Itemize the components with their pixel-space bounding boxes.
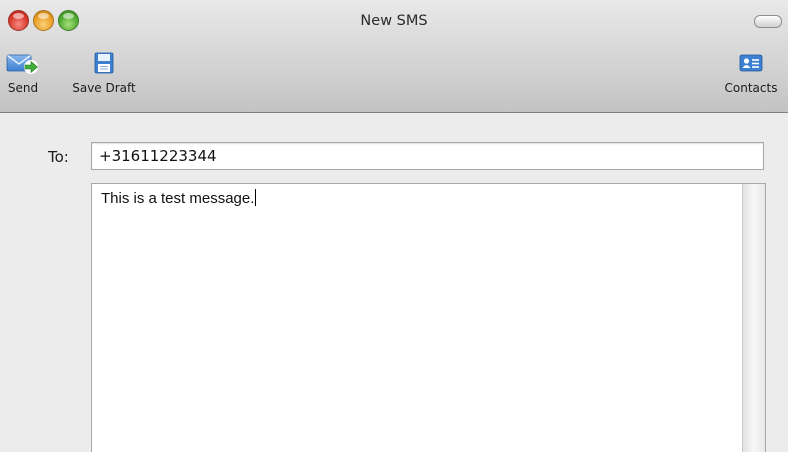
message-text: This is a test message. <box>101 190 255 207</box>
address-card-icon <box>739 54 763 72</box>
message-scrollbar[interactable] <box>742 184 765 452</box>
window-toolbar: New SMS Send Save Draft Contacts <box>0 0 788 113</box>
window-title: New SMS <box>360 13 428 29</box>
send-button[interactable]: Send <box>2 50 44 95</box>
envelope-send-icon <box>6 54 38 74</box>
contacts-label: Contacts <box>724 81 778 95</box>
text-cursor <box>255 189 257 206</box>
floppy-disk-icon <box>94 52 114 74</box>
save-draft-button[interactable]: Save Draft <box>70 50 138 95</box>
message-text-content: This is a test message. <box>101 189 257 207</box>
contacts-button[interactable]: Contacts <box>718 50 784 95</box>
message-body-textarea[interactable]: This is a test message. <box>91 183 766 452</box>
to-field[interactable] <box>91 142 764 170</box>
save-draft-label: Save Draft <box>72 81 136 95</box>
sms-window: New SMS Send Save Draft Contacts To: +31… <box>0 0 788 452</box>
to-label: To: <box>48 148 69 166</box>
send-label: Send <box>7 81 39 95</box>
toolbar-toggle-button[interactable] <box>754 15 782 28</box>
